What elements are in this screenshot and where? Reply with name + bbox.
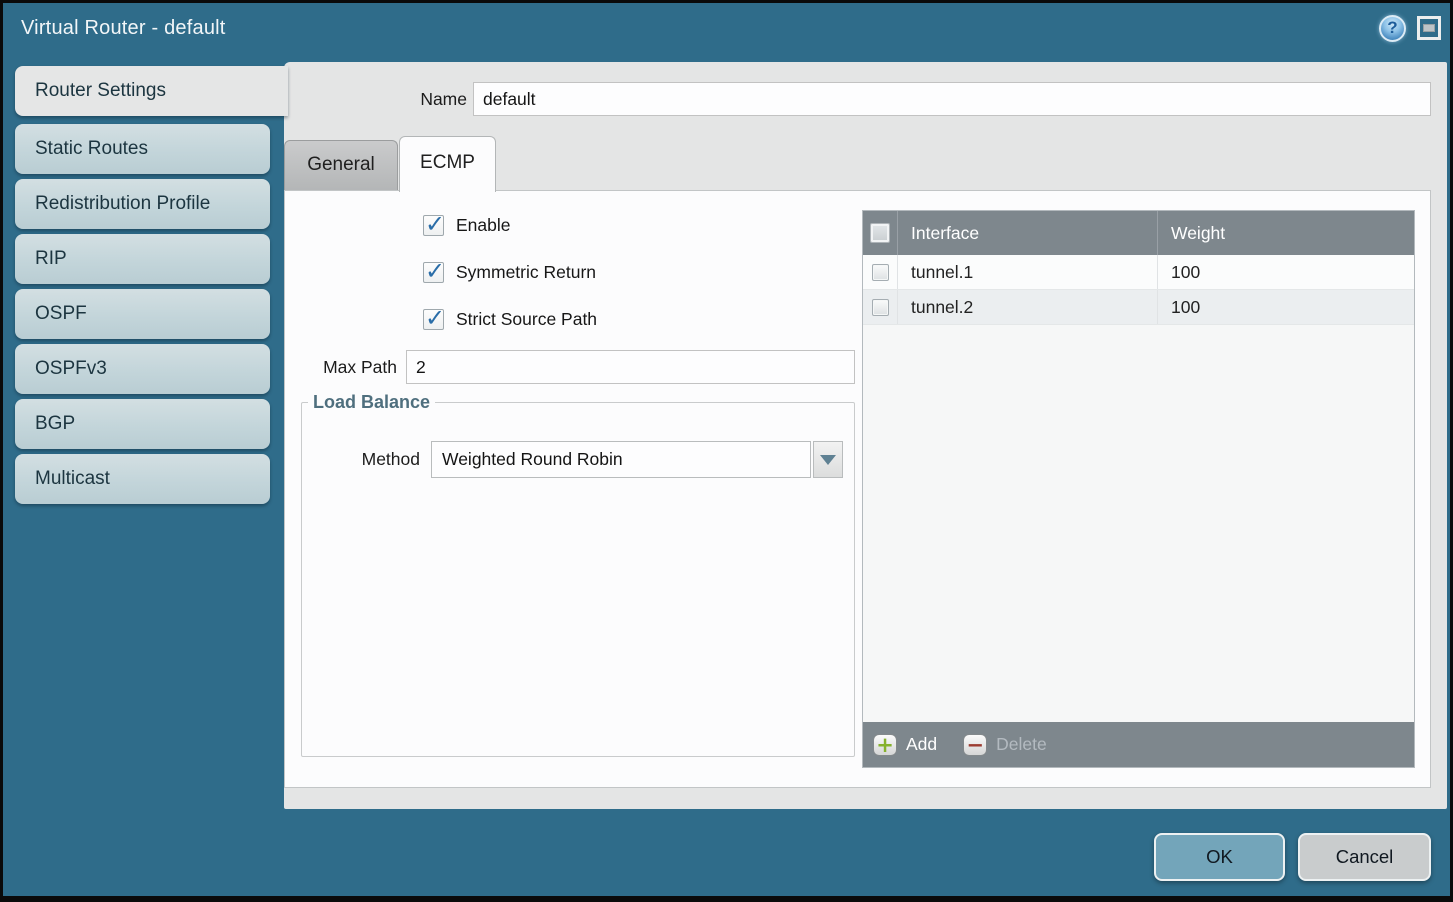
sidebar-item-rip[interactable]: RIP: [15, 234, 270, 284]
plus-icon: +: [873, 734, 897, 756]
symmetric-return-label: Symmetric Return: [456, 262, 596, 283]
weight-cell[interactable]: 100: [1158, 290, 1414, 324]
sidebar-item-label: Static Routes: [35, 138, 148, 160]
strict-source-path-label: Strict Source Path: [456, 309, 597, 330]
header-checkbox-cell: [863, 211, 898, 255]
strict-source-path-row: Strict Source Path: [423, 304, 597, 334]
dialog-title: Virtual Router - default: [21, 17, 226, 40]
row-checkbox-cell: [863, 290, 898, 324]
sidebar-item-label: OSPFv3: [35, 358, 107, 380]
method-label: Method: [350, 449, 420, 470]
table-row[interactable]: tunnel.1 100: [863, 255, 1414, 290]
cancel-button[interactable]: Cancel: [1298, 833, 1431, 881]
add-button-label: Add: [906, 734, 937, 755]
sidebar-item-multicast[interactable]: Multicast: [15, 454, 270, 504]
interface-cell[interactable]: tunnel.1: [898, 255, 1158, 289]
method-row: Method Weighted Round Robin: [350, 441, 843, 478]
minus-icon: −: [963, 734, 987, 756]
help-icon[interactable]: [1379, 15, 1406, 42]
delete-button[interactable]: − Delete: [963, 734, 1047, 756]
sidebar-item-label: Multicast: [35, 468, 110, 490]
sidebar-item-label: BGP: [35, 413, 75, 435]
row-checkbox-cell: [863, 255, 898, 289]
ecmp-tab-content: Enable Symmetric Return Strict Source Pa…: [284, 190, 1431, 788]
ok-button[interactable]: OK: [1154, 833, 1285, 881]
table-empty-area: [863, 325, 1414, 722]
delete-button-label: Delete: [996, 734, 1047, 755]
symmetric-return-checkbox[interactable]: [423, 262, 444, 283]
table-row[interactable]: tunnel.2 100: [863, 290, 1414, 325]
sidebar-item-ospf[interactable]: OSPF: [15, 289, 270, 339]
method-dropdown-button[interactable]: [813, 441, 843, 478]
row-checkbox[interactable]: [872, 264, 889, 281]
sidebar-item-label: Router Settings: [35, 80, 166, 102]
max-path-input[interactable]: [406, 350, 855, 384]
sidebar-item-router-settings[interactable]: Router Settings: [15, 66, 288, 116]
chevron-down-icon: [820, 455, 836, 465]
sidebar-item-label: OSPF: [35, 303, 87, 325]
interface-column-header[interactable]: Interface: [898, 211, 1158, 255]
router-settings-panel: Name General ECMP Enable Symmetric Retur…: [284, 62, 1447, 809]
interface-cell[interactable]: tunnel.2: [898, 290, 1158, 324]
sidebar-item-ospfv3[interactable]: OSPFv3: [15, 344, 270, 394]
window-restore-icon-inner: [1423, 24, 1435, 32]
table-toolbar: + Add − Delete: [863, 722, 1414, 767]
enable-label: Enable: [456, 215, 511, 236]
select-all-checkbox[interactable]: [870, 223, 890, 243]
sidebar-item-label: RIP: [35, 248, 67, 270]
name-input[interactable]: [473, 82, 1431, 116]
window-restore-icon[interactable]: [1417, 16, 1441, 40]
tab-ecmp[interactable]: ECMP: [399, 136, 496, 192]
ecmp-interface-table: Interface Weight tunnel.1 100 tunnel.2 1…: [862, 210, 1415, 768]
sidebar-item-redistribution-profile[interactable]: Redistribution Profile: [15, 179, 270, 229]
load-balance-fieldset: Load Balance Method Weighted Round Robin: [301, 392, 855, 757]
max-path-label: Max Path: [303, 350, 397, 384]
enable-checkbox[interactable]: [423, 215, 444, 236]
sidebar-item-static-routes[interactable]: Static Routes: [15, 124, 270, 174]
method-select[interactable]: Weighted Round Robin: [431, 441, 811, 478]
symmetric-return-row: Symmetric Return: [423, 257, 596, 287]
table-header: Interface Weight: [863, 211, 1414, 255]
tab-general[interactable]: General: [284, 140, 398, 190]
sidebar-item-bgp[interactable]: BGP: [15, 399, 270, 449]
tab-label: ECMP: [420, 152, 475, 173]
enable-row: Enable: [423, 210, 511, 240]
row-checkbox[interactable]: [872, 299, 889, 316]
sidebar-item-label: Redistribution Profile: [35, 193, 210, 215]
tab-label: General: [307, 154, 375, 175]
name-label: Name: [382, 82, 467, 116]
weight-column-header[interactable]: Weight: [1158, 211, 1414, 255]
load-balance-legend: Load Balance: [308, 392, 435, 413]
weight-cell[interactable]: 100: [1158, 255, 1414, 289]
strict-source-path-checkbox[interactable]: [423, 309, 444, 330]
virtual-router-dialog: Virtual Router - default Router Settings…: [0, 0, 1453, 902]
add-button[interactable]: + Add: [873, 734, 937, 756]
